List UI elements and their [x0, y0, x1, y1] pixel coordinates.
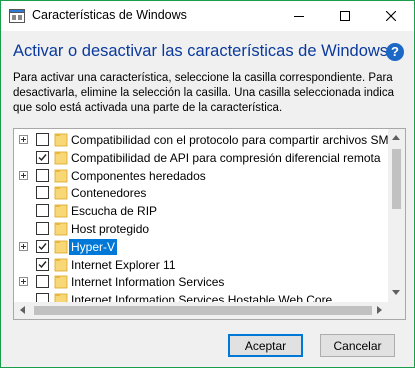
feature-row[interactable]: Escucha de RIP: [14, 202, 386, 220]
feature-label[interactable]: Escucha de RIP: [69, 203, 159, 219]
accept-button[interactable]: Aceptar: [228, 334, 303, 357]
feature-checkbox[interactable]: [36, 186, 49, 200]
feature-row[interactable]: Compatibilidad de API para compresión di…: [14, 149, 386, 167]
feature-label[interactable]: Compatibilidad de API para compresión di…: [69, 150, 383, 166]
vertical-scrollbar[interactable]: [388, 129, 405, 302]
horizontal-scroll-thumb[interactable]: [34, 306, 372, 315]
feature-label[interactable]: Internet Information Services: [69, 274, 226, 290]
scrollbar-corner: [388, 302, 405, 319]
folder-icon: [54, 258, 68, 271]
folder-icon: [54, 204, 68, 218]
title-bar[interactable]: Características de Windows: [1, 1, 414, 31]
feature-label[interactable]: Hyper-V: [69, 238, 118, 255]
feature-row[interactable]: Componentes heredados: [14, 167, 386, 185]
scroll-right-arrow-icon[interactable]: [377, 306, 382, 314]
folder-icon: [54, 133, 68, 147]
feature-checkbox[interactable]: [36, 222, 49, 235]
feature-row[interactable]: Host protegido: [14, 220, 386, 238]
scroll-down-arrow-icon[interactable]: [392, 290, 400, 295]
horizontal-scrollbar[interactable]: [14, 302, 388, 319]
feature-label[interactable]: Internet Explorer 11: [69, 257, 178, 273]
feature-label[interactable]: Compatibilidad con el protocolo para com…: [69, 132, 405, 148]
feature-row[interactable]: Internet Explorer 11: [14, 256, 386, 274]
dialog-description: Para activar una característica, selecci…: [13, 72, 394, 114]
vertical-scroll-thumb[interactable]: [392, 149, 401, 209]
features-dialog: Características de Windows Activar o des…: [0, 0, 415, 368]
folder-icon: [54, 151, 68, 165]
minimize-icon: [294, 16, 304, 17]
windows-features-icon: [9, 9, 25, 23]
feature-row[interactable]: Contenedores: [14, 184, 386, 202]
minimize-button[interactable]: [276, 1, 322, 31]
feature-checkbox[interactable]: [36, 275, 49, 289]
checkmark-icon: [38, 242, 47, 250]
scroll-up-arrow-icon[interactable]: [392, 135, 400, 140]
feature-checkbox[interactable]: [36, 150, 49, 164]
folder-icon: [54, 186, 68, 200]
features-tree[interactable]: Compatibilidad con el protocolo para com…: [13, 128, 406, 320]
feature-row[interactable]: Compatibilidad con el protocolo para com…: [14, 131, 405, 149]
checkmark-icon: [38, 153, 47, 161]
dialog-heading: Activar o desactivar las características…: [13, 42, 389, 60]
expand-plus-icon[interactable]: [19, 135, 28, 144]
folder-icon: [54, 169, 68, 182]
cancel-button[interactable]: Cancelar: [320, 334, 395, 357]
feature-checkbox[interactable]: [36, 204, 49, 218]
checkmark-icon: [38, 260, 47, 268]
feature-row[interactable]: Internet Information Services: [14, 273, 386, 291]
help-icon[interactable]: ?: [386, 43, 404, 61]
folder-icon: [54, 240, 68, 254]
maximize-icon: [340, 11, 350, 21]
feature-checkbox[interactable]: [36, 257, 49, 271]
feature-row[interactable]: Hyper-V: [14, 238, 386, 256]
maximize-button[interactable]: [322, 1, 368, 31]
folder-icon: [54, 222, 68, 236]
folder-icon: [54, 275, 68, 289]
expand-plus-icon[interactable]: [19, 170, 28, 180]
close-button[interactable]: [368, 1, 414, 31]
feature-label[interactable]: Contenedores: [69, 185, 148, 201]
close-icon: [386, 11, 396, 21]
window-title: Características de Windows: [32, 8, 187, 22]
expand-plus-icon[interactable]: [19, 241, 28, 251]
expand-plus-icon[interactable]: [19, 277, 28, 287]
feature-label[interactable]: Host protegido: [69, 221, 151, 237]
feature-checkbox[interactable]: [36, 239, 49, 253]
feature-checkbox[interactable]: [36, 168, 49, 182]
feature-checkbox[interactable]: [36, 133, 49, 146]
scroll-left-arrow-icon[interactable]: [20, 306, 25, 314]
feature-label[interactable]: Componentes heredados: [69, 168, 208, 184]
